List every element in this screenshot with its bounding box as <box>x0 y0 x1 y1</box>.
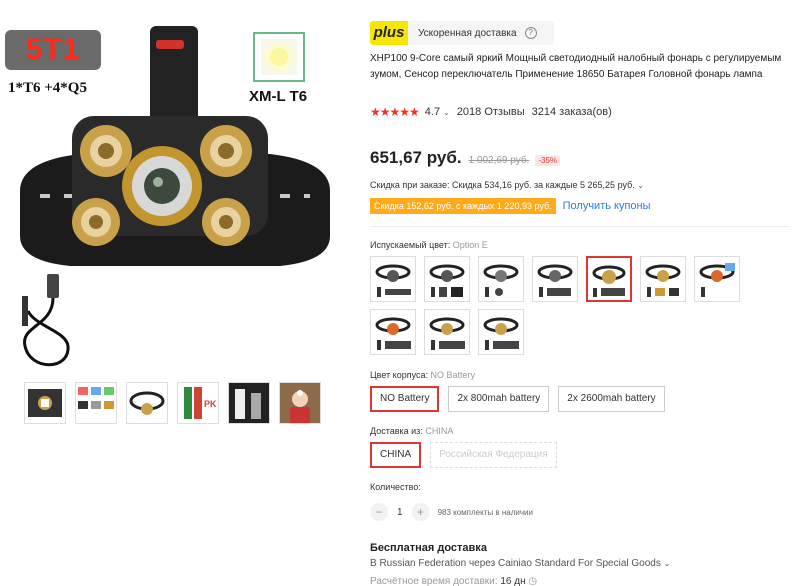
product-variant-badge: 5T1 <box>5 30 101 70</box>
led-model-label: XM-L T6 <box>249 88 308 105</box>
thumbnail-case-kit[interactable] <box>24 382 66 424</box>
body-color-options: NO Battery 2x 800mah battery 2x 2600mah … <box>370 386 665 412</box>
emitted-color-value: Option E <box>452 240 488 250</box>
ship-from-value: CHINA <box>425 426 454 436</box>
body-color-label: Цвет корпуса: NO Battery <box>370 370 476 380</box>
delivery-time: Расчётное время доставки: 16 дн ◷ <box>370 576 538 586</box>
chevron-down-icon: ⌄ <box>663 559 671 568</box>
thumbnail-strip: PK <box>24 382 321 424</box>
quantity-plus-button[interactable]: + <box>411 503 430 521</box>
quantity-value[interactable]: 1 <box>397 507 403 518</box>
quantity-label: Количество: <box>370 482 421 492</box>
old-price: 1 002,69 руб. <box>468 155 530 166</box>
quantity-stepper: − 1 + 983 комплекты в наличии <box>370 503 533 521</box>
color-swatch[interactable] <box>532 256 578 302</box>
rating-value[interactable]: 4.7 <box>425 106 440 118</box>
fast-delivery-text: Ускоренная доставка <box>418 27 517 39</box>
option-no-battery[interactable]: NO Battery <box>370 386 440 412</box>
thumbnail-color-options[interactable] <box>75 382 117 424</box>
option-2x-2600mah[interactable]: 2x 2600mah battery <box>558 386 665 412</box>
option-2x-800mah[interactable]: 2x 800mah battery <box>448 386 550 412</box>
order-discount-text[interactable]: Скидка при заказе: Скидка 534,16 руб. за… <box>370 180 644 190</box>
color-swatch[interactable] <box>370 309 416 355</box>
color-swatch[interactable] <box>694 256 740 302</box>
orders-count: 3214 заказа(ов) <box>531 106 612 118</box>
plus-logo: plus <box>370 21 408 45</box>
color-swatch-selected[interactable] <box>586 256 632 302</box>
star-rating-icon: ★★★★★ <box>370 105 420 119</box>
clock-icon: ◷ <box>528 576 538 586</box>
thumbnail-battery[interactable]: PK <box>177 382 219 424</box>
delivery-time-value: 16 дн <box>500 576 526 586</box>
coupon-row: Скидка 152,62 руб. с каждых 1 220,93 руб… <box>370 198 651 214</box>
quantity-minus-button[interactable]: − <box>370 503 388 521</box>
option-russia: Российская Федерация <box>430 442 557 468</box>
color-swatch-grid <box>370 256 750 355</box>
color-swatch[interactable] <box>424 256 470 302</box>
option-china[interactable]: CHINA <box>370 442 422 468</box>
rating-row: ★★★★★ 4.7 ⌄ 2018 Отзывы 3214 заказа(ов) <box>370 105 612 119</box>
emitted-color-label: Испускаемый цвет: Option E <box>370 240 488 250</box>
led-chip-image <box>253 32 305 82</box>
product-title: XHP100 9-Core самый яркий Мощный светоди… <box>370 53 782 80</box>
stock-count: 983 комплекты в наличии <box>437 507 533 517</box>
current-price: 651,67 руб. <box>370 148 462 167</box>
color-swatch[interactable] <box>640 256 686 302</box>
reviews-link[interactable]: 2018 Отзывы <box>457 106 525 118</box>
ship-from-options: CHINA Российская Федерация <box>370 442 557 468</box>
get-coupons-link[interactable]: Получить купоны <box>563 200 651 212</box>
body-color-value: NO Battery <box>430 370 476 380</box>
free-shipping-title: Бесплатная доставка <box>370 542 487 554</box>
thumbnail-headband[interactable] <box>126 382 168 424</box>
color-swatch[interactable] <box>370 256 416 302</box>
discount-badge: -35% <box>535 155 561 166</box>
price-row: 651,67 руб. 1 002,69 руб. -35% <box>370 148 561 168</box>
chevron-down-icon: ⌄ <box>637 181 644 190</box>
fast-delivery-badge: plus Ускоренная доставка ? <box>370 21 554 45</box>
thumbnail-user-photo[interactable] <box>279 382 321 424</box>
thumbnail-light-beam[interactable] <box>228 382 270 424</box>
ship-from-label: Доставка из: CHINA <box>370 426 454 436</box>
led-config-label: 1*T6 +4*Q5 <box>8 80 87 96</box>
svg-text:PK: PK <box>204 399 217 409</box>
divider <box>370 226 790 227</box>
shipping-method[interactable]: В Russian Federation через Cainiao Stand… <box>370 558 670 569</box>
color-swatch[interactable] <box>424 309 470 355</box>
coupon-tag: Скидка 152,62 руб. с каждых 1 220,93 руб… <box>370 198 556 214</box>
color-swatch[interactable] <box>478 256 524 302</box>
color-swatch[interactable] <box>478 309 524 355</box>
chevron-down-icon[interactable]: ⌄ <box>443 108 450 117</box>
help-icon[interactable]: ? <box>524 27 537 39</box>
